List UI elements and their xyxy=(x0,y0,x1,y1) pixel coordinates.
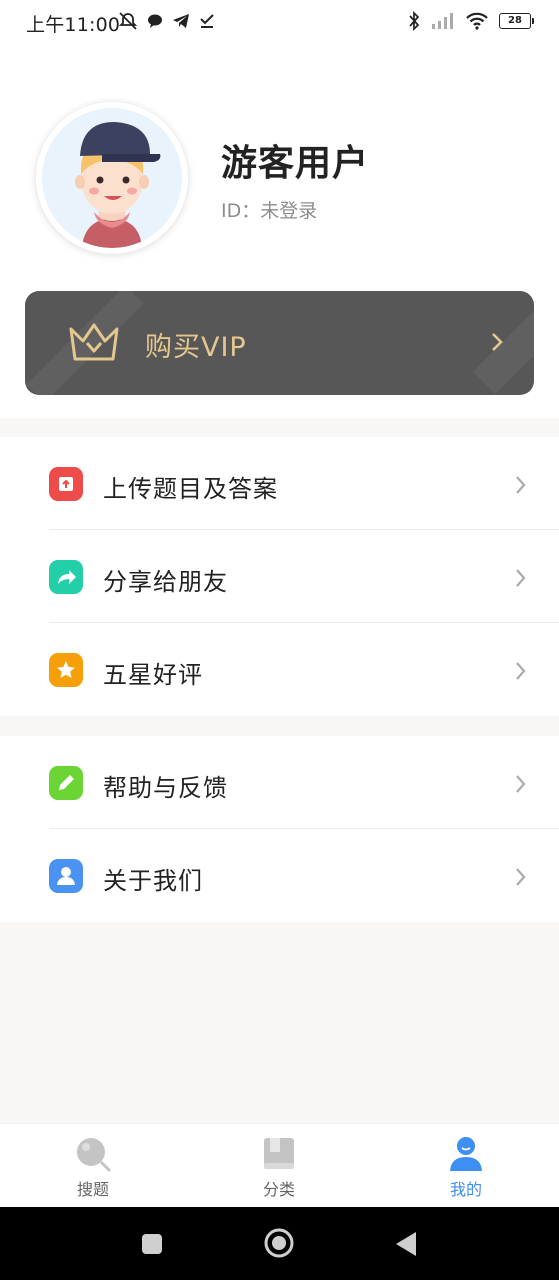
menu-label: 关于我们 xyxy=(103,867,203,895)
crown-icon xyxy=(69,323,119,361)
bluetooth-icon xyxy=(409,11,420,31)
status-left-icons xyxy=(118,11,216,31)
menu-item-upload[interactable]: 上传题目及答案 xyxy=(0,437,559,530)
avatar-image xyxy=(42,108,182,248)
tab-label: 搜题 xyxy=(76,1180,109,1199)
home-icon[interactable] xyxy=(263,1227,295,1259)
chat-icon xyxy=(148,14,162,28)
tab-search[interactable]: 搜题 xyxy=(0,1124,186,1208)
profile-icon xyxy=(450,1137,482,1171)
bottom-tab-bar: 搜题 分类 我的 xyxy=(0,1123,559,1208)
chevron-right-icon xyxy=(516,868,526,886)
username[interactable]: 游客用户 xyxy=(221,134,369,186)
star-icon xyxy=(49,653,83,687)
tab-label: 我的 xyxy=(449,1180,482,1199)
mute-alarm-icon xyxy=(118,12,138,30)
pencil-icon xyxy=(49,766,83,800)
status-time: 上午11:00 xyxy=(26,14,121,36)
status-bar: 上午11:00 28 xyxy=(0,0,559,44)
search-icon xyxy=(77,1138,111,1172)
wifi-icon xyxy=(466,12,488,30)
vip-label: 购买VIP xyxy=(145,332,247,363)
book-icon xyxy=(264,1138,294,1169)
menu-label: 五星好评 xyxy=(103,661,203,689)
menu-group-main: 上传题目及答案 分享给朋友 五星好评 xyxy=(0,437,559,716)
menu-item-help-feedback[interactable]: 帮助与反馈 xyxy=(0,736,559,829)
tab-category[interactable]: 分类 xyxy=(186,1124,372,1208)
user-id: ID：未登录 xyxy=(221,200,318,222)
share-icon xyxy=(49,560,83,594)
system-navigation-bar xyxy=(0,1207,559,1280)
back-icon[interactable] xyxy=(394,1230,418,1258)
menu-item-share[interactable]: 分享给朋友 xyxy=(0,530,559,623)
avatar[interactable] xyxy=(36,102,188,254)
status-right-icons: 28 xyxy=(407,11,534,31)
menu-group-support: 帮助与反馈 关于我们 xyxy=(0,736,559,922)
cartoon-boy-icon xyxy=(75,122,161,248)
tab-label: 分类 xyxy=(262,1180,295,1199)
menu-label: 上传题目及答案 xyxy=(103,475,278,503)
battery-indicator: 28 xyxy=(499,13,534,29)
chevron-right-icon xyxy=(492,333,503,351)
chevron-right-icon xyxy=(516,476,526,494)
recent-apps-icon[interactable] xyxy=(140,1232,164,1256)
upload-icon xyxy=(49,467,83,501)
signal-icon xyxy=(432,13,453,29)
menu-item-about[interactable]: 关于我们 xyxy=(0,829,559,922)
chevron-right-icon xyxy=(516,662,526,680)
menu-label: 分享给朋友 xyxy=(103,568,228,596)
profile-header: 游客用户 ID：未登录 购买VIP xyxy=(0,44,559,418)
buy-vip-card[interactable]: 购买VIP xyxy=(25,291,534,395)
tab-mine[interactable]: 我的 xyxy=(373,1124,559,1208)
chevron-right-icon xyxy=(516,569,526,587)
person-icon xyxy=(49,859,83,893)
menu-label: 帮助与反馈 xyxy=(103,774,228,802)
menu-item-rate[interactable]: 五星好评 xyxy=(0,623,559,716)
chevron-right-icon xyxy=(516,775,526,793)
download-done-icon xyxy=(200,14,214,28)
telegram-icon xyxy=(173,14,189,28)
